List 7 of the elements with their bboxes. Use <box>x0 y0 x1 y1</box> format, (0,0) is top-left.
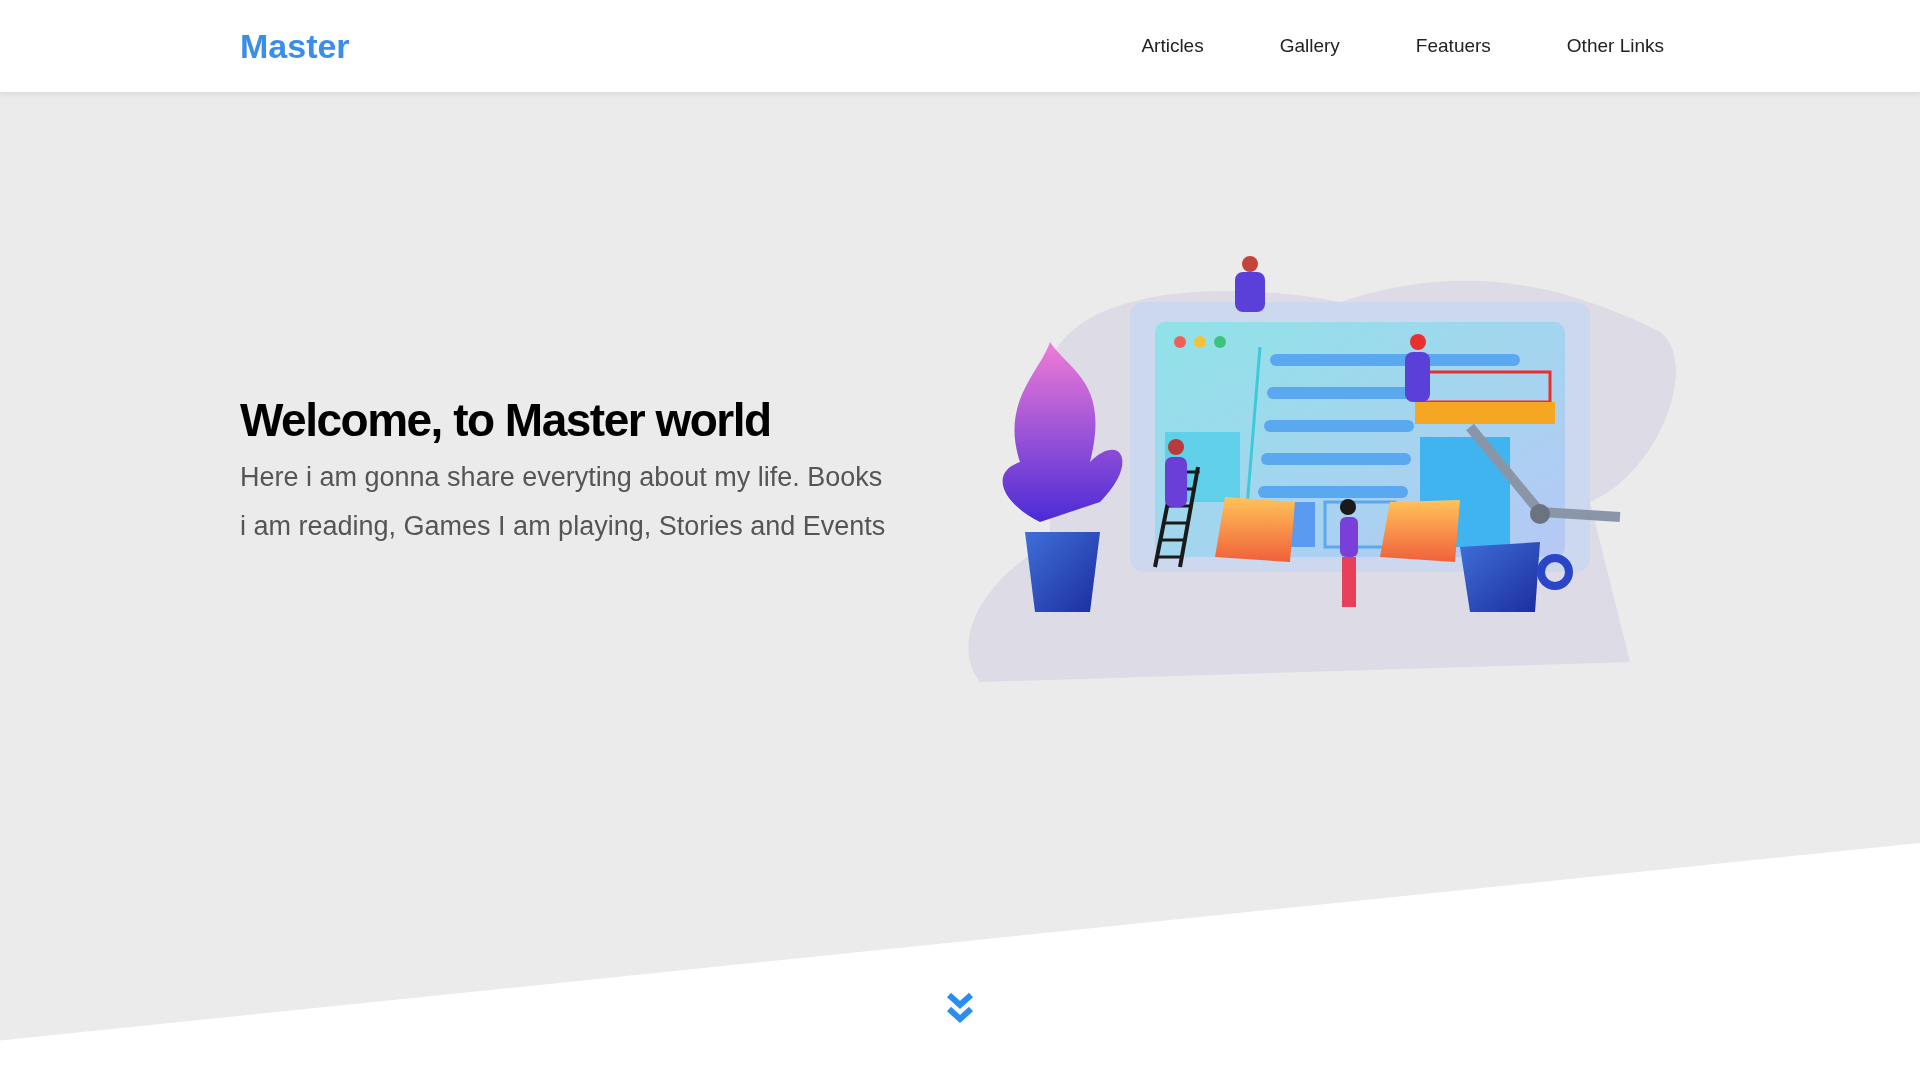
scroll-down-icon[interactable] <box>946 992 974 1026</box>
nav-link[interactable]: Other Links <box>1554 25 1676 67</box>
nav-link[interactable]: Featuers <box>1403 25 1503 67</box>
nav-link[interactable]: Gallery <box>1267 25 1352 67</box>
hero-description: Here i am gonna share everyting about my life. Books i am reading, Games I am playing, Stories and Events <box>240 460 887 543</box>
nav-link[interactable]: Articles <box>1129 25 1216 67</box>
hero-heading: Welcome, to Master world <box>240 393 772 449</box>
